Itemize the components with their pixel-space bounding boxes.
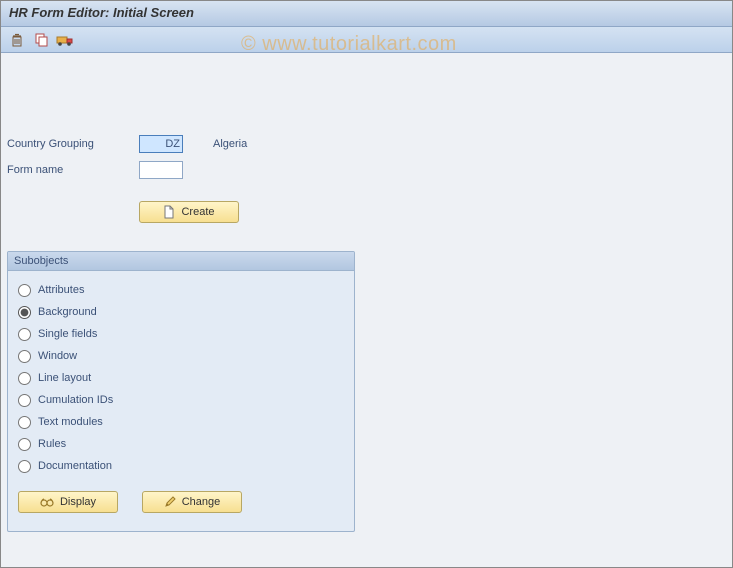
radio-single-fields-label: Single fields bbox=[38, 328, 97, 340]
radio-single-fields-input[interactable] bbox=[18, 328, 31, 341]
pencil-icon bbox=[164, 496, 176, 508]
subobjects-title: Subobjects bbox=[8, 252, 354, 271]
display-button[interactable]: Display bbox=[18, 491, 118, 513]
radio-window-input[interactable] bbox=[18, 350, 31, 363]
toolbar bbox=[1, 27, 732, 53]
radio-cumulation-ids[interactable]: Cumulation IDs bbox=[18, 389, 344, 411]
radio-documentation[interactable]: Documentation bbox=[18, 455, 344, 477]
delete-icon[interactable] bbox=[7, 30, 27, 50]
create-button-label: Create bbox=[181, 206, 214, 218]
main-content: Country Grouping Algeria Form name Creat… bbox=[1, 53, 732, 538]
country-grouping-input[interactable] bbox=[139, 135, 183, 153]
radio-background-input[interactable] bbox=[18, 306, 31, 319]
display-button-label: Display bbox=[60, 496, 96, 508]
create-button[interactable]: Create bbox=[139, 201, 239, 223]
titlebar: HR Form Editor: Initial Screen bbox=[1, 1, 732, 27]
subobjects-buttons: Display Change bbox=[18, 491, 344, 513]
radio-background-label: Background bbox=[38, 306, 97, 318]
radio-cumulation-ids-input[interactable] bbox=[18, 394, 31, 407]
radio-text-modules-input[interactable] bbox=[18, 416, 31, 429]
country-grouping-desc: Algeria bbox=[213, 138, 247, 150]
radio-attributes-label: Attributes bbox=[38, 284, 84, 296]
document-icon bbox=[163, 205, 175, 219]
radio-single-fields[interactable]: Single fields bbox=[18, 323, 344, 345]
copy-icon[interactable] bbox=[31, 30, 51, 50]
form-name-row: Form name bbox=[7, 159, 726, 181]
subobjects-group: Subobjects Attributes Background Single … bbox=[7, 251, 355, 532]
radio-line-layout[interactable]: Line layout bbox=[18, 367, 344, 389]
radio-documentation-label: Documentation bbox=[38, 460, 112, 472]
radio-window[interactable]: Window bbox=[18, 345, 344, 367]
radio-line-layout-input[interactable] bbox=[18, 372, 31, 385]
radio-text-modules[interactable]: Text modules bbox=[18, 411, 344, 433]
radio-text-modules-label: Text modules bbox=[38, 416, 103, 428]
radio-background[interactable]: Background bbox=[18, 301, 344, 323]
transport-icon[interactable] bbox=[55, 30, 75, 50]
glasses-icon bbox=[40, 496, 54, 508]
radio-rules[interactable]: Rules bbox=[18, 433, 344, 455]
radio-line-layout-label: Line layout bbox=[38, 372, 91, 384]
country-grouping-row: Country Grouping Algeria bbox=[7, 133, 726, 155]
form-name-label: Form name bbox=[7, 164, 139, 176]
radio-rules-label: Rules bbox=[38, 438, 66, 450]
subobjects-body: Attributes Background Single fields Wind… bbox=[8, 271, 354, 531]
change-button[interactable]: Change bbox=[142, 491, 242, 513]
page-title: HR Form Editor: Initial Screen bbox=[9, 5, 194, 20]
radio-window-label: Window bbox=[38, 350, 77, 362]
radio-attributes-input[interactable] bbox=[18, 284, 31, 297]
create-row: Create bbox=[139, 201, 726, 223]
change-button-label: Change bbox=[182, 496, 221, 508]
country-grouping-label: Country Grouping bbox=[7, 138, 139, 150]
radio-rules-input[interactable] bbox=[18, 438, 31, 451]
radio-attributes[interactable]: Attributes bbox=[18, 279, 344, 301]
radio-documentation-input[interactable] bbox=[18, 460, 31, 473]
radio-cumulation-ids-label: Cumulation IDs bbox=[38, 394, 113, 406]
form-name-input[interactable] bbox=[139, 161, 183, 179]
